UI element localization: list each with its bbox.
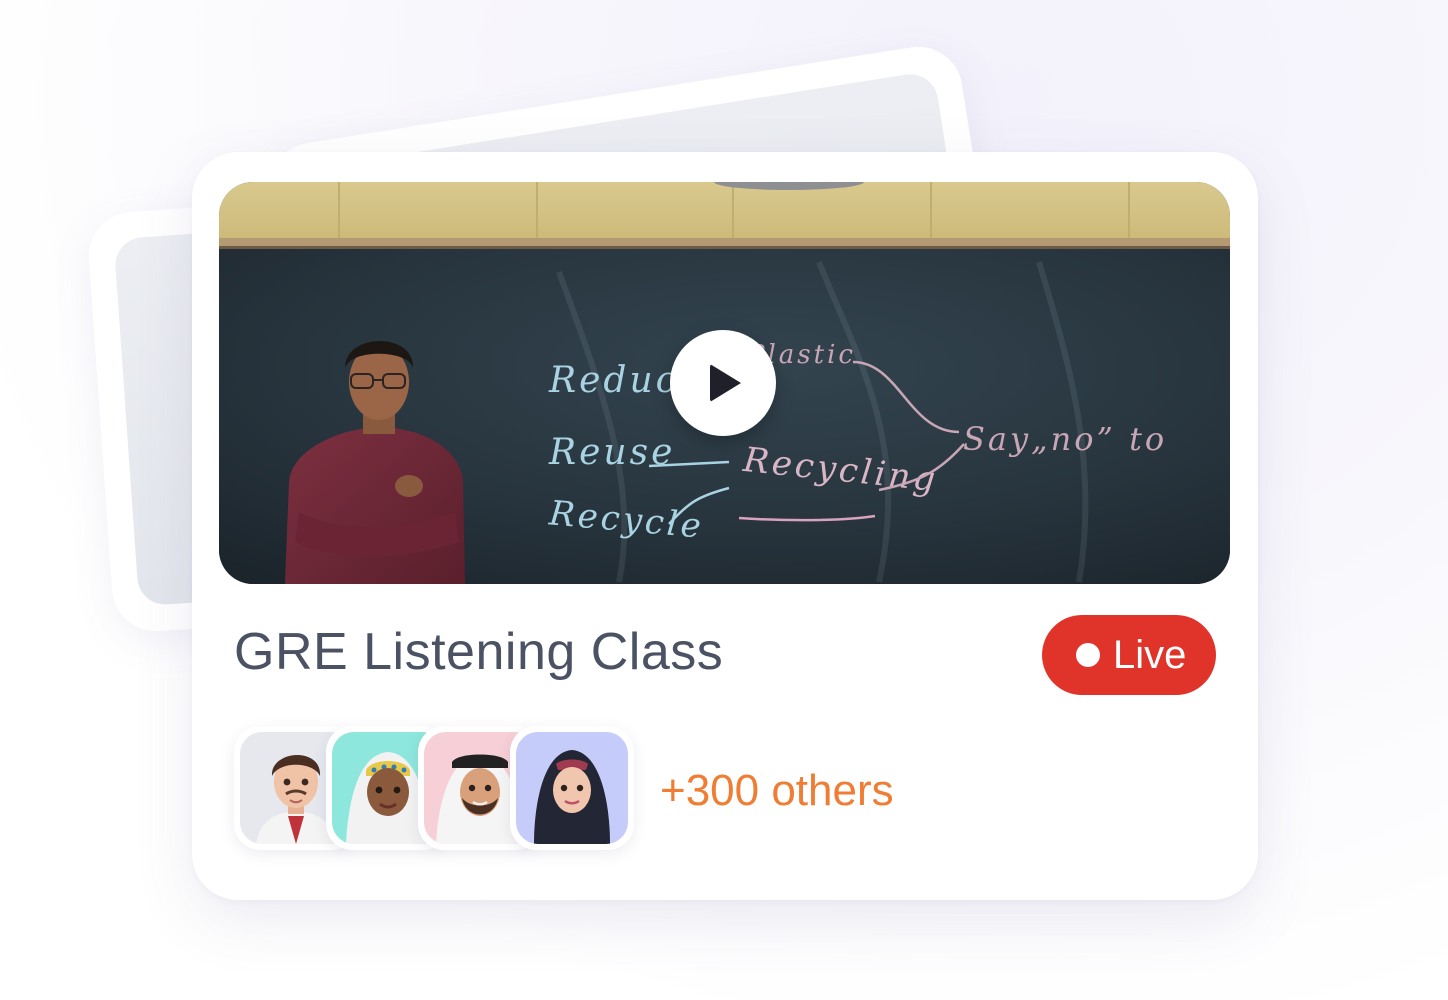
live-dot-icon <box>1076 643 1100 667</box>
live-label: Live <box>1113 633 1187 677</box>
play-icon <box>710 364 741 402</box>
play-button[interactable] <box>670 330 776 436</box>
live-badge[interactable]: Live <box>1042 615 1216 695</box>
video-thumbnail[interactable]: Reduce Reuse Recycle Recycling Plastic S… <box>219 182 1230 584</box>
avatar-woman-dark-hijab-icon <box>516 732 628 844</box>
attendee-avatar-4[interactable] <box>510 726 634 850</box>
others-count: +300 others <box>660 766 894 815</box>
class-title: GRE Listening Class <box>234 623 724 681</box>
live-class-card[interactable]: Reduce Reuse Recycle Recycling Plastic S… <box>192 152 1258 900</box>
